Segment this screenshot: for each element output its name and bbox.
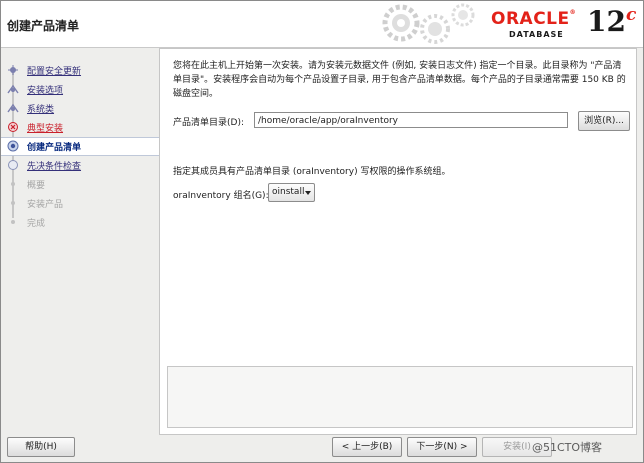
step-current-icon [7,140,19,152]
back-button[interactable]: < 上一步(B) [332,437,402,457]
oracle-brand-text: ORACLE [491,9,570,29]
step-finish: 完成 [1,214,159,230]
message-area [167,366,633,428]
inventory-dir-input[interactable]: /home/oracle/app/oraInventory [254,112,568,128]
step-create-inventory[interactable]: 创建产品清单 [1,137,159,156]
step-pending-icon [11,201,15,205]
step-label: 完成 [27,219,46,229]
step-warning-icon [8,122,18,132]
step-summary: 概要 [1,176,159,192]
step-label: 先决条件检查 [27,162,82,172]
next-button[interactable]: 下一步(N) > [407,437,477,457]
chevron-down-icon [305,191,311,195]
steps-sidebar: 配置安全更新 安装选项 系统类 典型安装 创建产品清单 先决条件检查 概要 安装… [1,48,159,433]
step-label: 安装选项 [27,86,64,96]
step-label: 安装产品 [27,200,64,210]
step-install-options[interactable]: 安装选项 [1,81,159,97]
step-next-icon [8,160,18,170]
inventory-dir-label: 产品清单目录(D): [173,118,244,128]
group-intro-text: 指定其成员具有产品清单目录 (oraInventory) 写权限的操作系统组。 [173,167,451,177]
step-pending-icon [11,182,15,186]
page-title: 创建产品清单 [7,19,80,33]
step-done-icon [8,65,18,75]
watermark-text: @51CTO博客 [532,441,603,454]
step-done-icon [7,84,19,94]
step-label: 系统类 [27,105,55,115]
step-label: 创建产品清单 [27,143,82,153]
step-prerequisite-checks[interactable]: 先决条件检查 [1,157,159,173]
intro-text: 您将在此主机上开始第一次安装。请为安装元数据文件 (例如, 安装日志文件) 指定… [173,61,626,99]
step-label: 典型安装 [27,124,64,134]
step-install-product: 安装产品 [1,195,159,211]
step-typical-install[interactable]: 典型安装 [1,119,159,135]
step-done-icon [7,103,19,113]
step-label: 概要 [27,181,46,191]
version-suffix: c [625,5,637,25]
database-label: DATABASE [509,30,564,39]
gears-icon [382,3,475,44]
step-configure-security-updates[interactable]: 配置安全更新 [1,62,159,78]
group-name-label: oraInventory 组名(G): [173,191,269,201]
step-system-class[interactable]: 系统类 [1,100,159,116]
group-name-value: oinstall [272,187,305,197]
oracle-logo: ORACLE® [491,9,577,29]
browse-button[interactable]: 浏览(R)... [578,111,630,131]
group-name-select[interactable]: oinstall [268,183,315,202]
step-label: 配置安全更新 [27,67,82,77]
version-number: 12 [587,5,626,38]
step-pending-icon [11,220,15,224]
version-logo: 12c [587,5,636,38]
header-banner: 创建产品清单 ORACLE® DATABASE 12c [1,1,643,48]
installer-window: 创建产品清单 ORACLE® DATABASE 12c 配置安全更新 安装选项 [0,0,644,463]
help-button[interactable]: 帮助(H) [7,437,75,457]
